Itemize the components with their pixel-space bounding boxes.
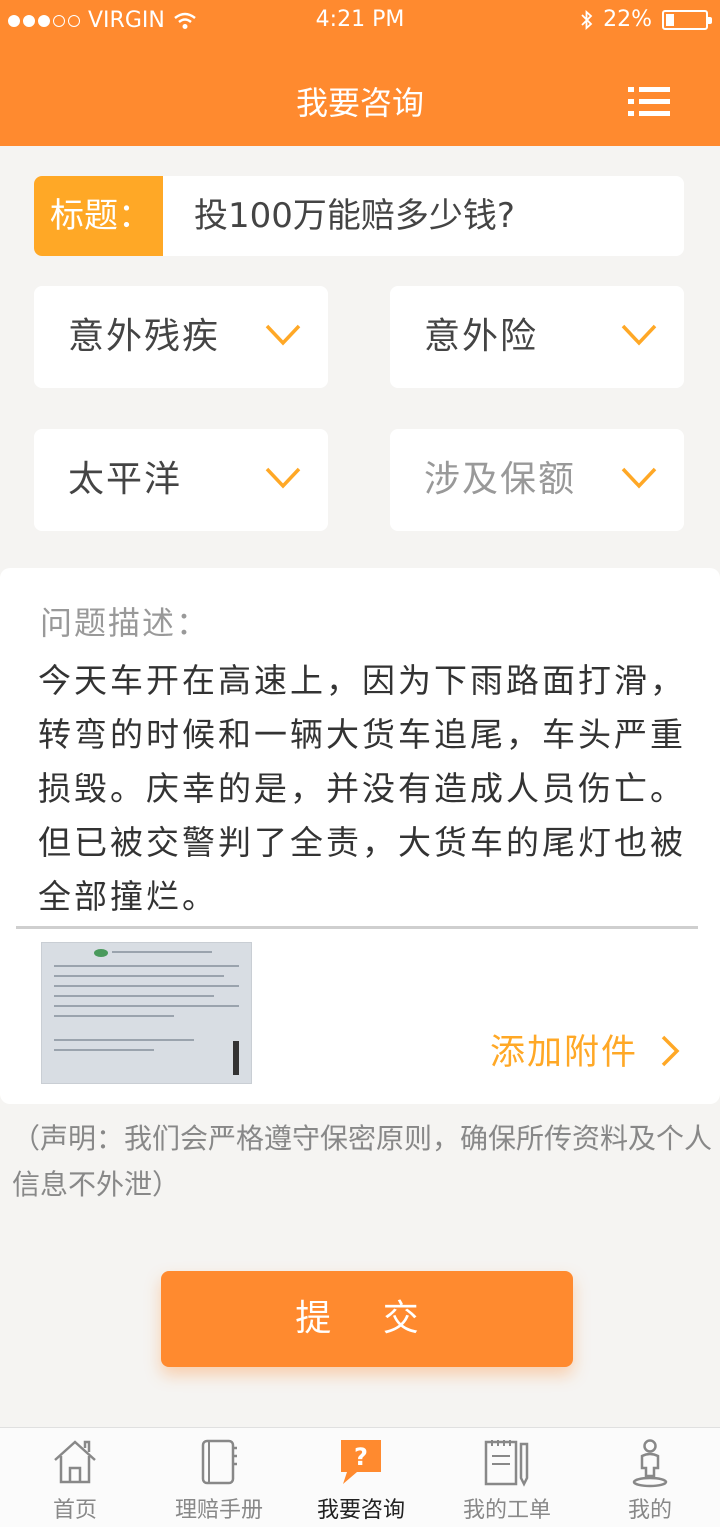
battery-percent: 22% (603, 7, 652, 32)
person-pin-icon (632, 1439, 668, 1488)
tab-label: 首页 (52, 1498, 97, 1523)
title-label: 标题： (34, 176, 163, 256)
chevron-right-icon[interactable] (660, 1034, 680, 1068)
add-attachment-button[interactable]: 添加附件 (490, 1024, 638, 1075)
select-placeholder: 涉及保额 (424, 459, 577, 500)
svg-text:?: ? (354, 1443, 368, 1471)
battery-icon (662, 9, 712, 30)
insurance-type-select[interactable]: 意外险 (390, 286, 684, 388)
header: VIRGIN 4:21 PM 22% 我要咨询 (0, 0, 720, 146)
title-input[interactable]: 投100万能赔多少钱? (194, 176, 515, 256)
book-icon (201, 1439, 237, 1485)
title-field[interactable]: 标题： 投100万能赔多少钱? (34, 176, 684, 256)
list-menu-icon[interactable] (628, 87, 670, 117)
chevron-down-icon (621, 467, 657, 489)
attachment-thumbnail[interactable] (41, 942, 252, 1084)
tab-my-tickets[interactable]: 我的工单 (435, 1428, 579, 1527)
tab-me[interactable]: 我的 (578, 1428, 720, 1527)
bluetooth-icon (581, 9, 593, 30)
submit-button[interactable]: 提 交 (161, 1271, 573, 1367)
category-select[interactable]: 意外残疾 (34, 286, 328, 388)
select-value: 意外残疾 (68, 316, 221, 357)
coverage-amount-select[interactable]: 涉及保额 (390, 429, 684, 531)
tab-bar: 首页 理赔手册 ? 我要咨询 我的工单 我的 (0, 1427, 720, 1527)
question-bubble-icon: ? (341, 1440, 381, 1484)
description-textarea[interactable]: 今天车开在高速上，因为下雨路面打滑，转弯的时候和一辆大货车追尾，车头严重损毁。庆… (38, 654, 688, 924)
tab-label: 我的 (627, 1498, 672, 1523)
select-value: 意外险 (424, 316, 539, 357)
tab-home[interactable]: 首页 (3, 1428, 147, 1527)
notebook-pen-icon (484, 1440, 529, 1487)
select-value: 太平洋 (68, 459, 183, 500)
description-label: 问题描述： (40, 604, 211, 642)
tab-label: 理赔手册 (174, 1498, 263, 1523)
tab-label: 我要咨询 (316, 1498, 405, 1523)
page-title: 我要咨询 (295, 84, 424, 122)
company-select[interactable]: 太平洋 (34, 429, 328, 531)
divider (16, 926, 698, 929)
tab-consult[interactable]: ? 我要咨询 (289, 1428, 433, 1527)
chevron-down-icon (621, 324, 657, 346)
chevron-down-icon (265, 324, 301, 346)
tab-label: 我的工单 (462, 1498, 551, 1523)
tab-claims-handbook[interactable]: 理赔手册 (147, 1428, 291, 1527)
privacy-notice: （声明：我们会严格遵守保密原则，确保所传资料及个人信息不外泄） (12, 1122, 713, 1201)
chevron-down-icon (265, 467, 301, 489)
home-icon (54, 1440, 96, 1484)
status-bar: VIRGIN 4:21 PM 22% (0, 0, 720, 40)
